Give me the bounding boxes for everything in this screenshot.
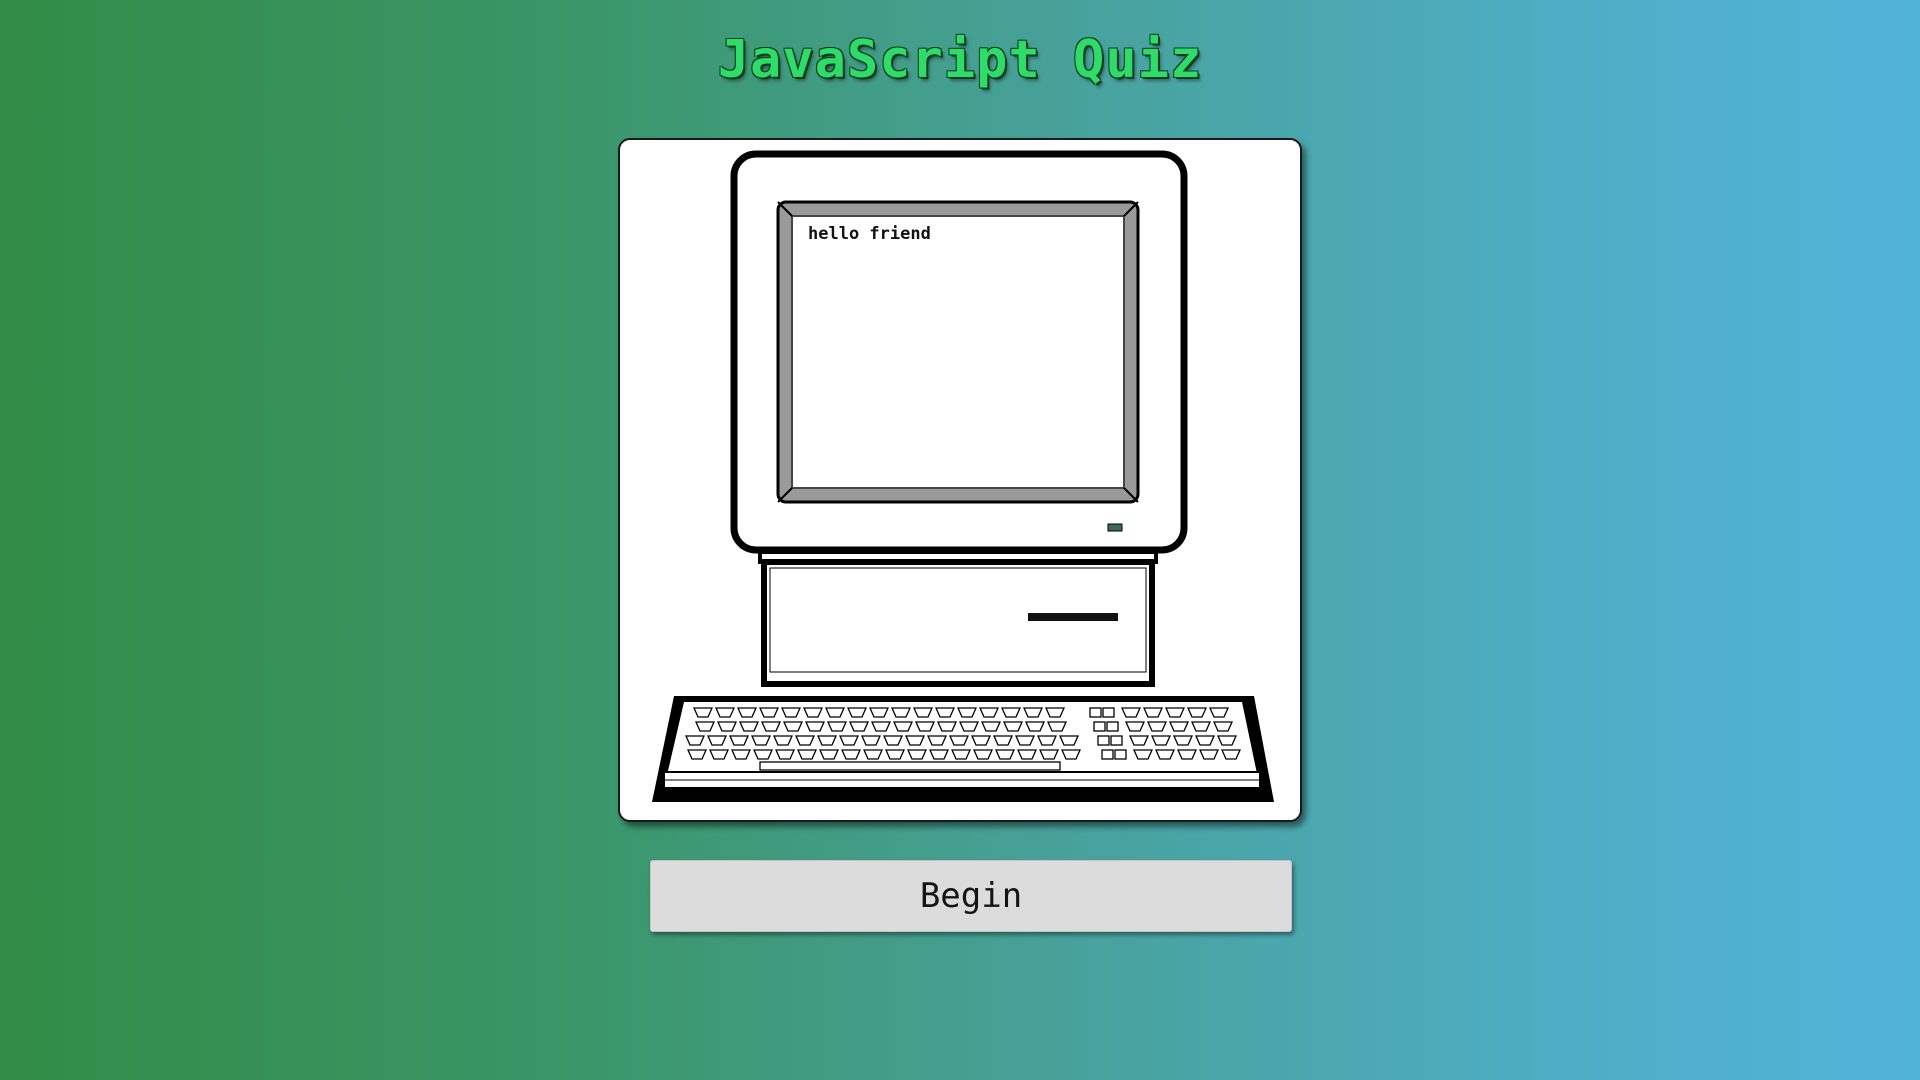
begin-button[interactable]: Begin <box>650 860 1292 932</box>
computer-illustration-card: hello friend <box>618 138 1302 822</box>
page-title: JavaScript Quiz <box>717 30 1203 90</box>
retro-computer-icon <box>652 150 1274 802</box>
screen-text: hello friend <box>808 224 931 244</box>
